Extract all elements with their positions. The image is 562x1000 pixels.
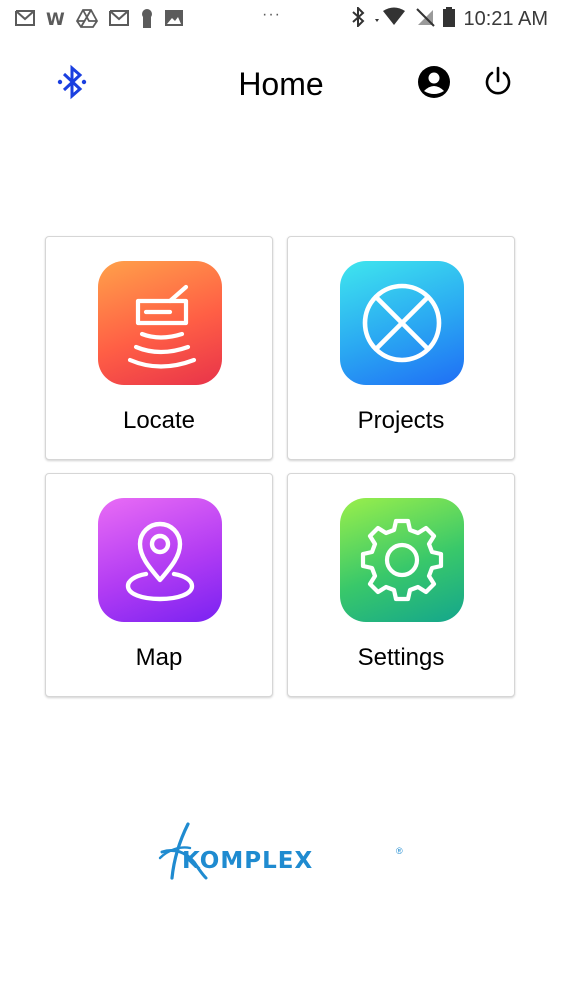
keyhole-icon xyxy=(140,8,154,28)
power-button[interactable] xyxy=(478,64,518,104)
no-sim-icon xyxy=(415,7,436,32)
locator-icon xyxy=(98,261,222,385)
clock: 10:21 AM xyxy=(463,8,548,30)
settings-tile[interactable]: Settings xyxy=(287,473,515,697)
svg-text:W: W xyxy=(46,10,65,27)
wifi-icon xyxy=(373,7,407,32)
brand-name: KOMPLEX xyxy=(182,848,314,874)
locate-tile[interactable]: Locate xyxy=(45,236,273,460)
registered-mark: ® xyxy=(396,846,403,856)
map-tile[interactable]: Map xyxy=(45,473,273,697)
drive-icon xyxy=(76,8,98,28)
battery-icon xyxy=(443,7,456,32)
image-icon xyxy=(164,9,184,27)
bluetooth-icon xyxy=(351,5,365,32)
system-icons: 10:21 AM xyxy=(351,5,548,32)
tile-label: Map xyxy=(135,644,183,671)
status-bar: W ··· 10:21 AM xyxy=(0,0,562,40)
map-pin-icon xyxy=(98,498,222,622)
gear-icon xyxy=(340,498,464,622)
overflow-indicator: ··· xyxy=(262,6,281,23)
tile-label: Projects xyxy=(357,407,445,434)
tile-label: Locate xyxy=(122,407,196,434)
app-bar: Home xyxy=(0,52,562,120)
gmail-icon xyxy=(108,9,130,27)
gmail-icon xyxy=(14,9,36,27)
tile-label: Settings xyxy=(357,644,445,671)
projects-tile[interactable]: Projects xyxy=(287,236,515,460)
account-icon xyxy=(417,65,451,104)
w-icon: W xyxy=(46,9,66,27)
account-button[interactable] xyxy=(414,64,454,104)
notification-icons: W xyxy=(14,8,184,28)
power-icon xyxy=(483,66,513,103)
brand-logo: KOMPLEX ® xyxy=(152,818,412,886)
projects-icon xyxy=(340,261,464,385)
